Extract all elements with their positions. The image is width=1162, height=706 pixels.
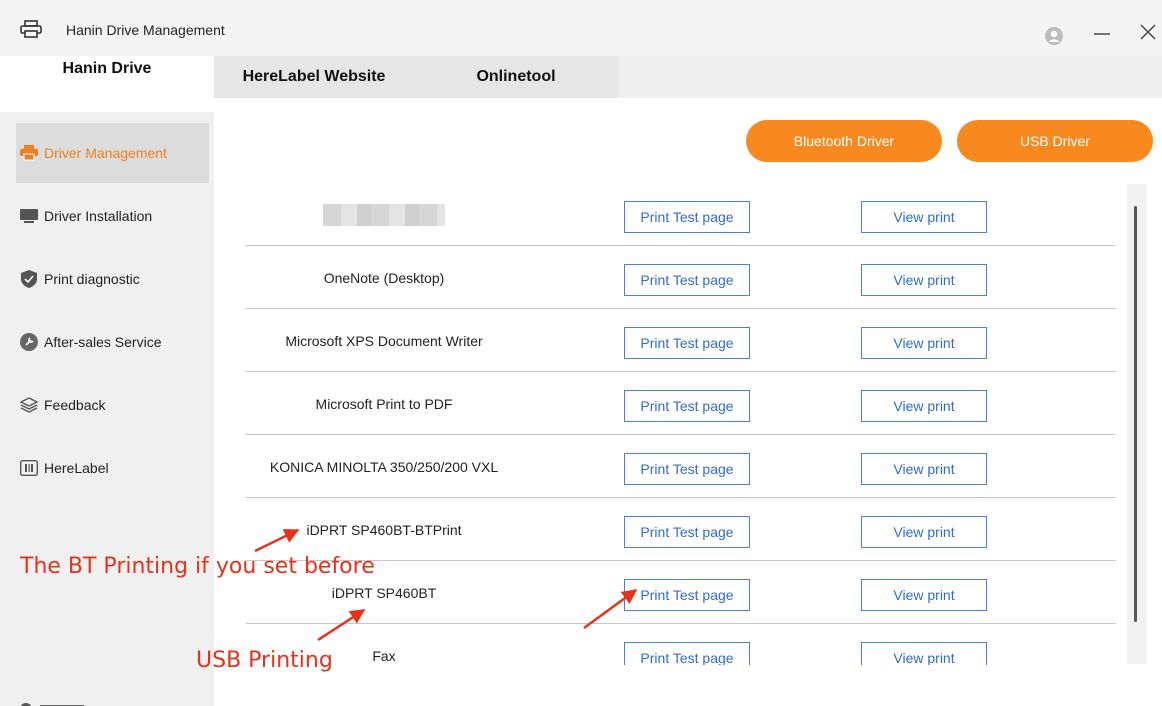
printer-icon (20, 20, 42, 38)
printer-list: Print Test page View print OneNote (Desk… (246, 183, 1116, 665)
tab-herelabel-website[interactable]: HereLabel Website (214, 56, 414, 98)
sidebar-item-print-diagnostic[interactable]: Print diagnostic (16, 249, 209, 309)
blurred-printer-name (323, 203, 445, 226)
wrench-icon (20, 333, 38, 351)
sidebar-item-after-sales-service[interactable]: After-sales Service (16, 312, 209, 372)
tab-hanin-drive[interactable]: Hanin Drive (0, 56, 214, 100)
sidebar-item-herelabel[interactable]: HereLabel (16, 438, 209, 498)
printer-row: Print Test page View print (246, 183, 1116, 246)
printer-row: iDPRT SP460BT Print Test page View print (246, 561, 1116, 624)
print-test-page-button[interactable]: Print Test page (624, 201, 750, 233)
sidebar-item-label: Feedback (44, 397, 106, 413)
tab-bar-filler (618, 56, 1162, 98)
sidebar-item-label: After-sales Service (44, 334, 162, 350)
user-avatar-icon[interactable] (1044, 26, 1064, 46)
printer-row: Microsoft XPS Document Writer Print Test… (246, 309, 1116, 372)
printer-name: OneNote (Desktop) (323, 269, 445, 286)
printer-row: Fax Print Test page View print (246, 624, 1116, 665)
print-test-page-button[interactable]: Print Test page (624, 390, 750, 422)
view-print-button[interactable]: View print (861, 201, 987, 233)
printer-name: iDPRT SP460BT-BTPrint (306, 521, 462, 538)
tab-label: Onlinetool (476, 68, 556, 85)
minimize-icon[interactable] (1092, 22, 1112, 42)
printer-icon (20, 144, 38, 162)
sidebar-item-feedback[interactable]: Feedback (16, 375, 209, 435)
usb-printing-note: USB Printing (196, 648, 333, 673)
printer-name: KONICA MINOLTA 350/250/200 VXL (269, 458, 499, 475)
tab-label: HereLabel Website (242, 68, 386, 85)
printer-row: KONICA MINOLTA 350/250/200 VXL Print Tes… (246, 435, 1116, 498)
print-test-page-button[interactable]: Print Test page (624, 453, 750, 485)
printer-row: iDPRT SP460BT-BTPrint Print Test page Vi… (246, 498, 1116, 561)
print-test-page-button[interactable]: Print Test page (624, 264, 750, 296)
tab-onlinetool[interactable]: Onlinetool (414, 56, 618, 98)
title-bar: Hanin Drive Management (0, 0, 1162, 56)
sidebar-item-driver-management[interactable]: Driver Management (16, 123, 209, 183)
sidebar-item-cutoff (14, 696, 94, 706)
list-scrollbar-track[interactable] (1127, 184, 1147, 664)
print-test-page-button[interactable]: Print Test page (624, 579, 750, 611)
tab-label: Hanin Drive (62, 60, 152, 77)
list-scrollbar-thumb[interactable] (1134, 206, 1137, 622)
shield-icon (20, 270, 38, 288)
window-title: Hanin Drive Management (66, 22, 225, 38)
barcode-icon (20, 459, 38, 477)
view-print-button[interactable]: View print (861, 642, 987, 665)
usb-driver-button[interactable]: USB Driver (957, 120, 1153, 162)
sidebar-item-driver-installation[interactable]: Driver Installation (16, 186, 209, 246)
bluetooth-driver-button[interactable]: Bluetooth Driver (746, 120, 942, 162)
bt-printing-note: The BT Printing if you set before (20, 554, 375, 579)
printer-name: Microsoft Print to PDF (315, 395, 453, 412)
printer-name (246, 183, 522, 246)
sidebar-item-label: Driver Installation (44, 208, 153, 224)
printer-name: Microsoft XPS Document Writer (285, 332, 483, 349)
print-test-page-button[interactable]: Print Test page (624, 327, 750, 359)
printer-row: OneNote (Desktop) Print Test page View p… (246, 246, 1116, 309)
view-print-button[interactable]: View print (861, 453, 987, 485)
sidebar-item-label: Print diagnostic (44, 271, 140, 287)
view-print-button[interactable]: View print (861, 390, 987, 422)
view-print-button[interactable]: View print (861, 516, 987, 548)
sidebar-item-label: Driver Management (44, 145, 167, 161)
monitor-icon (20, 207, 38, 225)
print-test-page-button[interactable]: Print Test page (624, 516, 750, 548)
sidebar-item-label: HereLabel (44, 460, 109, 476)
layers-icon (20, 396, 38, 414)
view-print-button[interactable]: View print (861, 327, 987, 359)
view-print-button[interactable]: View print (861, 579, 987, 611)
close-icon[interactable] (1138, 22, 1158, 42)
printer-row: Microsoft Print to PDF Print Test page V… (246, 372, 1116, 435)
view-print-button[interactable]: View print (861, 264, 987, 296)
print-test-page-button[interactable]: Print Test page (624, 642, 750, 665)
